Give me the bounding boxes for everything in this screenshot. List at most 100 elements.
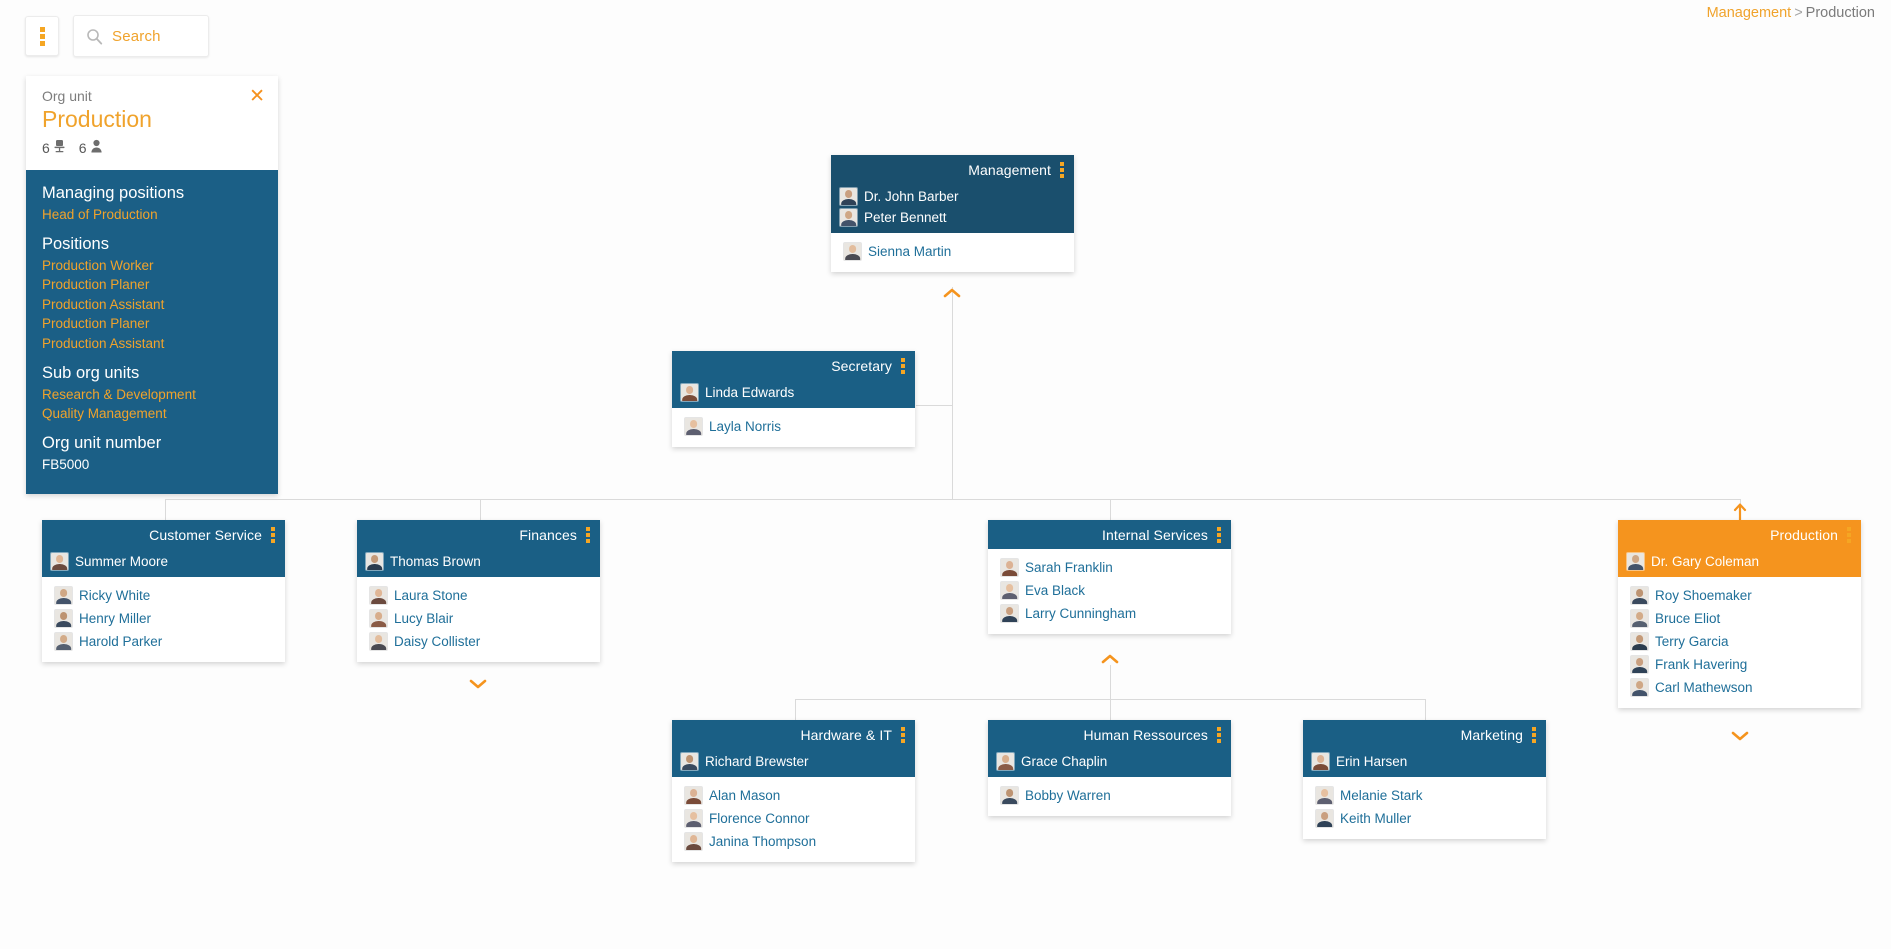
- org-node-human-ressources[interactable]: Human Ressources Grace Chaplin Bobby Warre…: [988, 720, 1231, 816]
- node-header-human-ressources[interactable]: Human Ressources: [988, 720, 1231, 749]
- node-header-internal-services[interactable]: Internal Services: [988, 520, 1231, 549]
- staff-row[interactable]: Janina Thompson: [672, 830, 915, 853]
- node-title: Secretary: [831, 357, 892, 374]
- org-node-secretary[interactable]: Secretary Linda Edwards Layla Norris: [672, 351, 915, 447]
- manager-row[interactable]: Erin Harsen: [1303, 751, 1546, 772]
- node-managers: Dr. John Barber Peter Bennett: [831, 184, 1074, 233]
- connector-line: [1110, 499, 1111, 521]
- staff-row[interactable]: Harold Parker: [42, 630, 285, 653]
- staff-row[interactable]: Melanie Stark: [1303, 784, 1546, 807]
- person-name: Bobby Warren: [1025, 788, 1111, 803]
- node-header-production[interactable]: Production: [1618, 520, 1861, 549]
- node-staff: Laura Stone Lucy Blair Daisy Collister: [357, 577, 600, 662]
- staff-row[interactable]: Frank Havering: [1618, 653, 1861, 676]
- node-header-finances[interactable]: Finances: [357, 520, 600, 549]
- kebab-menu-icon[interactable]: [1217, 526, 1221, 543]
- staff-row[interactable]: Laura Stone: [357, 584, 600, 607]
- manager-row[interactable]: Linda Edwards: [672, 382, 915, 403]
- staff-row[interactable]: Lucy Blair: [357, 607, 600, 630]
- manager-row[interactable]: Thomas Brown: [357, 551, 600, 572]
- staff-row[interactable]: Alan Mason: [672, 784, 915, 807]
- staff-row[interactable]: Carl Mathewson: [1618, 676, 1861, 699]
- manager-row[interactable]: Richard Brewster: [672, 751, 915, 772]
- node-managers: Summer Moore: [42, 549, 285, 577]
- manager-row[interactable]: Dr. Gary Coleman: [1618, 551, 1861, 572]
- staff-row[interactable]: Eva Black: [988, 579, 1231, 602]
- person-name: Daisy Collister: [394, 634, 481, 649]
- manager-row[interactable]: Grace Chaplin: [988, 751, 1231, 772]
- staff-row[interactable]: Bobby Warren: [988, 784, 1231, 807]
- staff-row[interactable]: Ricky White: [42, 584, 285, 607]
- person-name: Peter Bennett: [864, 210, 947, 225]
- node-title: Production: [1770, 526, 1838, 543]
- kebab-menu-icon[interactable]: [586, 526, 590, 543]
- staff-row[interactable]: Sarah Franklin: [988, 556, 1231, 579]
- node-header-secretary[interactable]: Secretary: [672, 351, 915, 380]
- staff-row[interactable]: Florence Connor: [672, 807, 915, 830]
- node-header-hardware-it[interactable]: Hardware & IT: [672, 720, 915, 749]
- person-name: Laura Stone: [394, 588, 468, 603]
- expander-production-down-icon[interactable]: [1731, 730, 1749, 742]
- avatar: [1312, 753, 1329, 770]
- avatar: [1001, 582, 1018, 599]
- manager-row[interactable]: Peter Bennett: [831, 207, 1074, 228]
- node-staff: Ricky White Henry Miller Harold Parker: [42, 577, 285, 662]
- org-node-management[interactable]: Management Dr. John Barber Peter Bennett Si…: [831, 155, 1074, 272]
- connector-line: [795, 699, 796, 721]
- staff-row[interactable]: Keith Muller: [1303, 807, 1546, 830]
- person-name: Grace Chaplin: [1021, 754, 1108, 769]
- staff-row[interactable]: Sienna Martin: [831, 240, 1074, 263]
- staff-row[interactable]: Larry Cunningham: [988, 602, 1231, 625]
- expander-finances-down-icon[interactable]: [469, 678, 487, 690]
- org-node-internal-services[interactable]: Internal Services Sarah Franklin Eva Black…: [988, 520, 1231, 634]
- node-header-customer-service[interactable]: Customer Service: [42, 520, 285, 549]
- person-name: Roy Shoemaker: [1655, 588, 1752, 603]
- person-name: Thomas Brown: [390, 554, 481, 569]
- node-header-management[interactable]: Management: [831, 155, 1074, 184]
- org-node-marketing[interactable]: Marketing Erin Harsen Melanie Stark Keith M…: [1303, 720, 1546, 839]
- org-node-customer-service[interactable]: Customer Service Summer Moore Ricky White H…: [42, 520, 285, 662]
- node-header-marketing[interactable]: Marketing: [1303, 720, 1546, 749]
- expander-management-up-icon[interactable]: [943, 287, 961, 299]
- kebab-menu-icon[interactable]: [1217, 726, 1221, 743]
- staff-row[interactable]: Henry Miller: [42, 607, 285, 630]
- expander-production-up-icon[interactable]: [1733, 502, 1747, 523]
- org-node-hardware-it[interactable]: Hardware & IT Richard Brewster Alan Mason F…: [672, 720, 915, 862]
- kebab-menu-icon[interactable]: [1060, 161, 1064, 178]
- connector-line: [1425, 699, 1426, 721]
- node-managers: Grace Chaplin: [988, 749, 1231, 777]
- staff-row[interactable]: Layla Norris: [672, 415, 915, 438]
- avatar: [1631, 587, 1648, 604]
- kebab-menu-icon[interactable]: [271, 526, 275, 543]
- avatar: [685, 418, 702, 435]
- person-name: Richard Brewster: [705, 754, 809, 769]
- avatar: [1001, 605, 1018, 622]
- connector-line: [165, 499, 1740, 500]
- staff-row[interactable]: Daisy Collister: [357, 630, 600, 653]
- staff-row[interactable]: Terry Garcia: [1618, 630, 1861, 653]
- person-name: Layla Norris: [709, 419, 782, 434]
- person-name: Larry Cunningham: [1025, 606, 1137, 621]
- manager-row[interactable]: Summer Moore: [42, 551, 285, 572]
- expander-internal-services-up-icon[interactable]: [1101, 653, 1119, 665]
- kebab-menu-icon[interactable]: [901, 357, 905, 374]
- kebab-menu-icon[interactable]: [1532, 726, 1536, 743]
- node-staff: Roy Shoemaker Bruce Eliot Terry Garcia Fran…: [1618, 577, 1861, 708]
- kebab-menu-icon[interactable]: [1847, 526, 1851, 543]
- kebab-menu-icon[interactable]: [901, 726, 905, 743]
- person-name: Alan Mason: [709, 788, 781, 803]
- staff-row[interactable]: Bruce Eliot: [1618, 607, 1861, 630]
- avatar: [1631, 679, 1648, 696]
- person-name: Bruce Eliot: [1655, 611, 1721, 626]
- node-staff: Sienna Martin: [831, 233, 1074, 272]
- avatar: [1627, 553, 1644, 570]
- person-name: Frank Havering: [1655, 657, 1748, 672]
- avatar: [370, 633, 387, 650]
- avatar: [370, 587, 387, 604]
- org-node-finances[interactable]: Finances Thomas Brown Laura Stone Lucy Blai…: [357, 520, 600, 662]
- node-managers: Richard Brewster: [672, 749, 915, 777]
- staff-row[interactable]: Roy Shoemaker: [1618, 584, 1861, 607]
- avatar: [685, 810, 702, 827]
- org-node-production[interactable]: Production Dr. Gary Coleman Roy Shoemaker B…: [1618, 520, 1861, 708]
- manager-row[interactable]: Dr. John Barber: [831, 186, 1074, 207]
